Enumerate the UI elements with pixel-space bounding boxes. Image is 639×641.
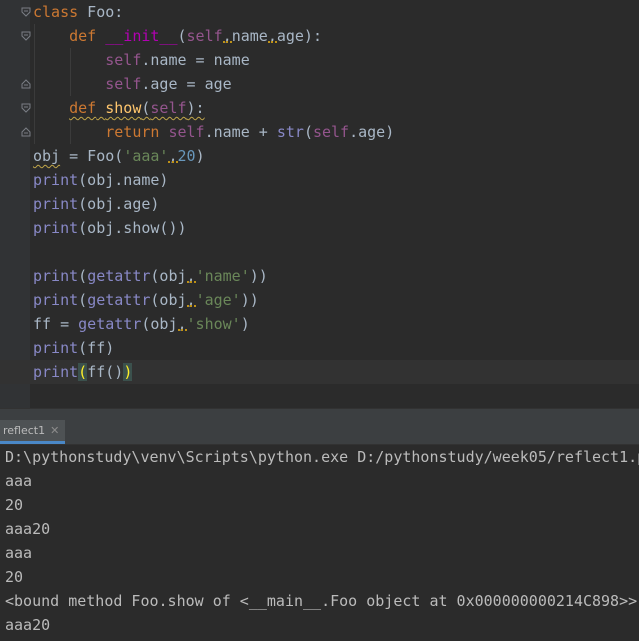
code-line-text: print(getattr(obj,'age')): [33, 291, 259, 309]
code-line-text: class Foo:: [33, 3, 124, 21]
console-line: aaa20: [5, 520, 51, 538]
code-line[interactable]: self.name = name: [0, 48, 639, 72]
code-line-text: return self.name + str(self.age): [105, 123, 395, 141]
code-line[interactable]: def __init__(self,name,age):: [0, 24, 639, 48]
code-line-text: ff = getattr(obj,'show'): [33, 315, 250, 333]
code-line-text: print(obj.name): [33, 171, 169, 189]
code-line[interactable]: [0, 240, 639, 264]
code-line[interactable]: print(obj.show()): [0, 216, 639, 240]
code-line[interactable]: obj = Foo('aaa',20): [0, 144, 639, 168]
code-line-text: print(obj.age): [33, 195, 160, 213]
code-line[interactable]: def show(self):: [0, 96, 639, 120]
code-line-text: self.name = name: [105, 51, 250, 69]
code-line-text: self.age = age: [105, 75, 232, 93]
code-line[interactable]: print(getattr(obj,'age')): [0, 288, 639, 312]
code-line[interactable]: print(ff): [0, 336, 639, 360]
code-line-text: print(obj.show()): [33, 219, 187, 237]
console-line: <bound method Foo.show of <__main__.Foo …: [5, 592, 638, 610]
run-console[interactable]: D:\pythonstudy\venv\Scripts\python.exe D…: [0, 445, 639, 641]
code-line[interactable]: print(obj.age): [0, 192, 639, 216]
code-line-text: def __init__(self,name,age):: [69, 27, 322, 45]
code-line-current[interactable]: print(ff()): [0, 360, 639, 384]
code-line[interactable]: print(obj.name): [0, 168, 639, 192]
code-line-text: print(ff()): [33, 363, 133, 381]
code-line-text: print(getattr(obj,'name')): [33, 267, 268, 285]
code-line[interactable]: print(getattr(obj,'name')): [0, 264, 639, 288]
code-line[interactable]: return self.name + str(self.age): [0, 120, 639, 144]
tab-reflect1[interactable]: reflect1 ✕: [0, 420, 66, 444]
console-line: aaa20: [5, 616, 51, 634]
console-line: D:\pythonstudy\venv\Scripts\python.exe D…: [5, 448, 639, 466]
code-line-text: obj = Foo('aaa',20): [33, 147, 205, 165]
console-line: aaa: [5, 544, 33, 562]
console-line: 20: [5, 496, 24, 514]
console-line: aaa: [5, 472, 33, 490]
code-line[interactable]: self.age = age: [0, 72, 639, 96]
tab-label: reflect1: [3, 423, 46, 437]
code-line[interactable]: ff = getattr(obj,'show'): [0, 312, 639, 336]
run-tool-window-tabs: reflect1 ✕: [0, 420, 639, 445]
code-editor[interactable]: class Foo: def __init__(self,name,age): …: [0, 0, 639, 408]
code-line[interactable]: class Foo:: [0, 0, 639, 24]
console-line: 20: [5, 568, 24, 586]
code-line-text: def show(self):: [69, 99, 205, 117]
code-line-text: print(ff): [33, 339, 115, 357]
close-icon[interactable]: ✕: [50, 425, 59, 436]
